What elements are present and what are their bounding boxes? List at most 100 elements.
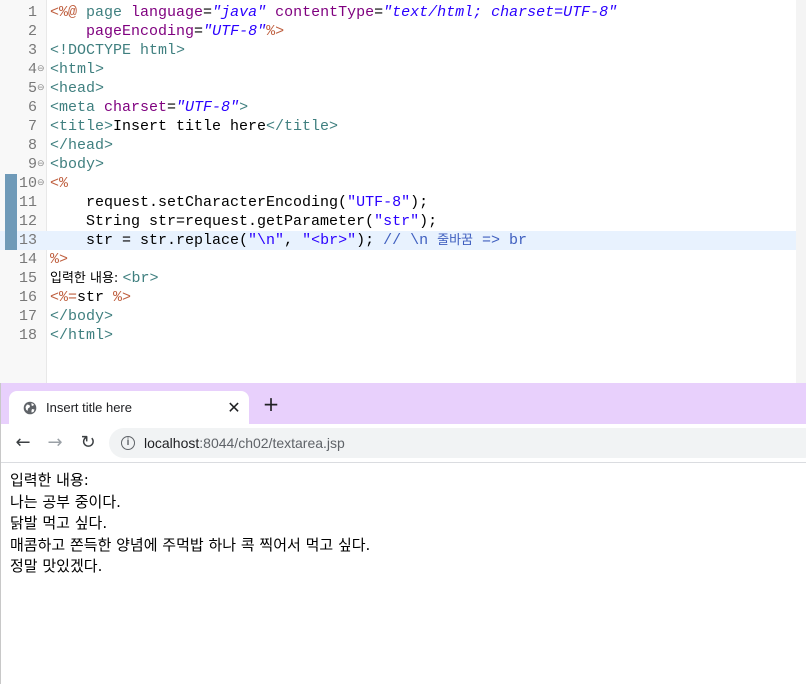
- code-token: <%=: [50, 289, 78, 306]
- code-token: "java": [212, 4, 267, 21]
- page-line: 나는 공부 중이다.: [10, 492, 121, 511]
- code-token: %>: [266, 23, 285, 40]
- code-text: <%: [50, 174, 68, 193]
- code-line[interactable]: 12 String str=request.getParameter("str"…: [0, 212, 806, 231]
- line-number: 12: [18, 213, 37, 230]
- code-token: Insert title here: [113, 118, 267, 135]
- code-line[interactable]: 3 <!DOCTYPE html>: [0, 41, 806, 60]
- fold-toggle-icon[interactable]: ⊖: [37, 174, 46, 193]
- line-number: 16: [18, 289, 37, 306]
- code-token: 입력한 내용:: [50, 271, 123, 286]
- new-tab-button[interactable]: +: [261, 394, 281, 414]
- code-token: "str": [374, 213, 420, 230]
- address-bar[interactable]: i localhost:8044/ch02/textarea.jsp: [109, 428, 806, 458]
- line-number: 1: [27, 4, 37, 21]
- code-token: => br: [473, 232, 528, 249]
- code-token: page: [86, 4, 132, 21]
- tab-strip: Insert title here ✕ +: [1, 383, 806, 424]
- page-line: 입력한 내용:: [10, 471, 89, 489]
- line-number: 14: [18, 251, 37, 268]
- forward-button[interactable]: →: [46, 434, 64, 452]
- code-line[interactable]: 9 ⊖ <body>: [0, 155, 806, 174]
- page-line: 닭발 먹고 싶다.: [10, 514, 108, 532]
- code-token: "<br>": [302, 232, 357, 249]
- browser-tab[interactable]: Insert title here ✕: [9, 391, 249, 424]
- line-number: 10: [18, 175, 37, 192]
- reload-button[interactable]: ↻: [79, 434, 97, 452]
- tab-title: Insert title here: [46, 400, 132, 415]
- code-line[interactable]: 2 pageEncoding="UTF-8"%>: [0, 22, 806, 41]
- line-number: 11: [18, 194, 37, 211]
- code-text: <%=str %>: [50, 288, 131, 307]
- line-number: 7: [27, 118, 37, 135]
- code-line[interactable]: 18 </html>: [0, 326, 806, 345]
- line-number: 13: [18, 232, 37, 249]
- code-text: 입력한 내용: <br>: [50, 269, 158, 288]
- code-line[interactable]: 13 str = str.replace("\n", "<br>"); // \…: [0, 231, 806, 250]
- line-number: 6: [27, 99, 37, 116]
- code-text: <html>: [50, 60, 104, 79]
- code-token: str = str.replace(: [50, 232, 249, 249]
- code-token: <br>: [122, 270, 159, 287]
- close-icon[interactable]: ✕: [226, 400, 242, 416]
- code-line[interactable]: 16 <%=str %>: [0, 288, 806, 307]
- code-text: <%@ page language="java" contentType="te…: [50, 3, 617, 22]
- code-text: %>: [50, 250, 68, 269]
- code-line[interactable]: 8 </head>: [0, 136, 806, 155]
- code-line[interactable]: 7 <title>Insert title here</title>: [0, 117, 806, 136]
- code-token: str: [77, 289, 114, 306]
- page-content: 입력한 내용: 나는 공부 중이다. 닭발 먹고 싶다. 매콤하고 쫀득한 양념…: [10, 470, 370, 578]
- code-line[interactable]: 10 ⊖ <%: [0, 174, 806, 193]
- back-button[interactable]: ←: [14, 434, 32, 452]
- code-line[interactable]: 4 ⊖ <html>: [0, 60, 806, 79]
- code-token: >: [239, 99, 249, 116]
- editor-scrollbar[interactable]: [796, 0, 806, 383]
- line-number: 9: [27, 156, 37, 173]
- code-token: "UTF-8": [203, 23, 267, 40]
- code-token: <meta: [50, 99, 105, 116]
- info-icon[interactable]: i: [121, 436, 135, 450]
- code-token: </head>: [50, 137, 114, 154]
- code-line[interactable]: 11 request.setCharacterEncoding("UTF-8")…: [0, 193, 806, 212]
- code-text: <!DOCTYPE html>: [50, 41, 185, 60]
- code-token: language: [131, 4, 204, 21]
- code-token: <html>: [50, 61, 105, 78]
- line-number: 3: [27, 42, 37, 59]
- code-line[interactable]: 6 <meta charset="UTF-8">: [0, 98, 806, 117]
- fold-toggle-icon[interactable]: ⊖: [37, 79, 46, 98]
- code-editor[interactable]: 1 <%@ page language="java" contentType="t…: [0, 0, 806, 383]
- fold-toggle-icon[interactable]: ⊖: [37, 60, 46, 79]
- code-text: String str=request.getParameter("str");: [50, 212, 437, 231]
- code-line[interactable]: 14 %>: [0, 250, 806, 269]
- line-number: 2: [27, 23, 37, 40]
- url-text[interactable]: localhost:8044/ch02/textarea.jsp: [144, 428, 345, 458]
- code-token: </title>: [266, 118, 339, 135]
- code-token: <!DOCTYPE html>: [50, 42, 186, 59]
- browser-window: Insert title here ✕ + ← → ↻ i localhost:…: [0, 383, 806, 684]
- code-line[interactable]: 17 </body>: [0, 307, 806, 326]
- code-token: "UTF-8": [176, 99, 240, 116]
- code-token: );: [356, 232, 384, 249]
- code-token: 줄바꿈: [437, 233, 474, 248]
- fold-toggle-icon[interactable]: ⊖: [37, 155, 46, 174]
- code-text: request.setCharacterEncoding("UTF-8");: [50, 193, 428, 212]
- code-line[interactable]: 15 입력한 내용: <br>: [0, 269, 806, 288]
- code-token: =: [194, 23, 204, 40]
- code-token: String str=request.getParameter(: [50, 213, 375, 230]
- code-token: pageEncoding: [86, 23, 195, 40]
- page-line: 정말 맛있겠다.: [10, 557, 103, 575]
- code-token: );: [410, 194, 429, 211]
- code-token: <%: [50, 175, 69, 192]
- line-number: 17: [18, 308, 37, 325]
- code-token: <%@: [50, 4, 87, 21]
- code-token: %>: [113, 289, 132, 306]
- code-token: <head>: [50, 80, 105, 97]
- code-token: <body>: [50, 156, 105, 173]
- url-host: localhost: [144, 435, 200, 451]
- code-text: <head>: [50, 79, 104, 98]
- code-token: </html>: [50, 327, 114, 344]
- code-line[interactable]: 1 <%@ page language="java" contentType="t…: [0, 3, 806, 22]
- code-line[interactable]: 5 ⊖ <head>: [0, 79, 806, 98]
- code-token: </body>: [50, 308, 114, 325]
